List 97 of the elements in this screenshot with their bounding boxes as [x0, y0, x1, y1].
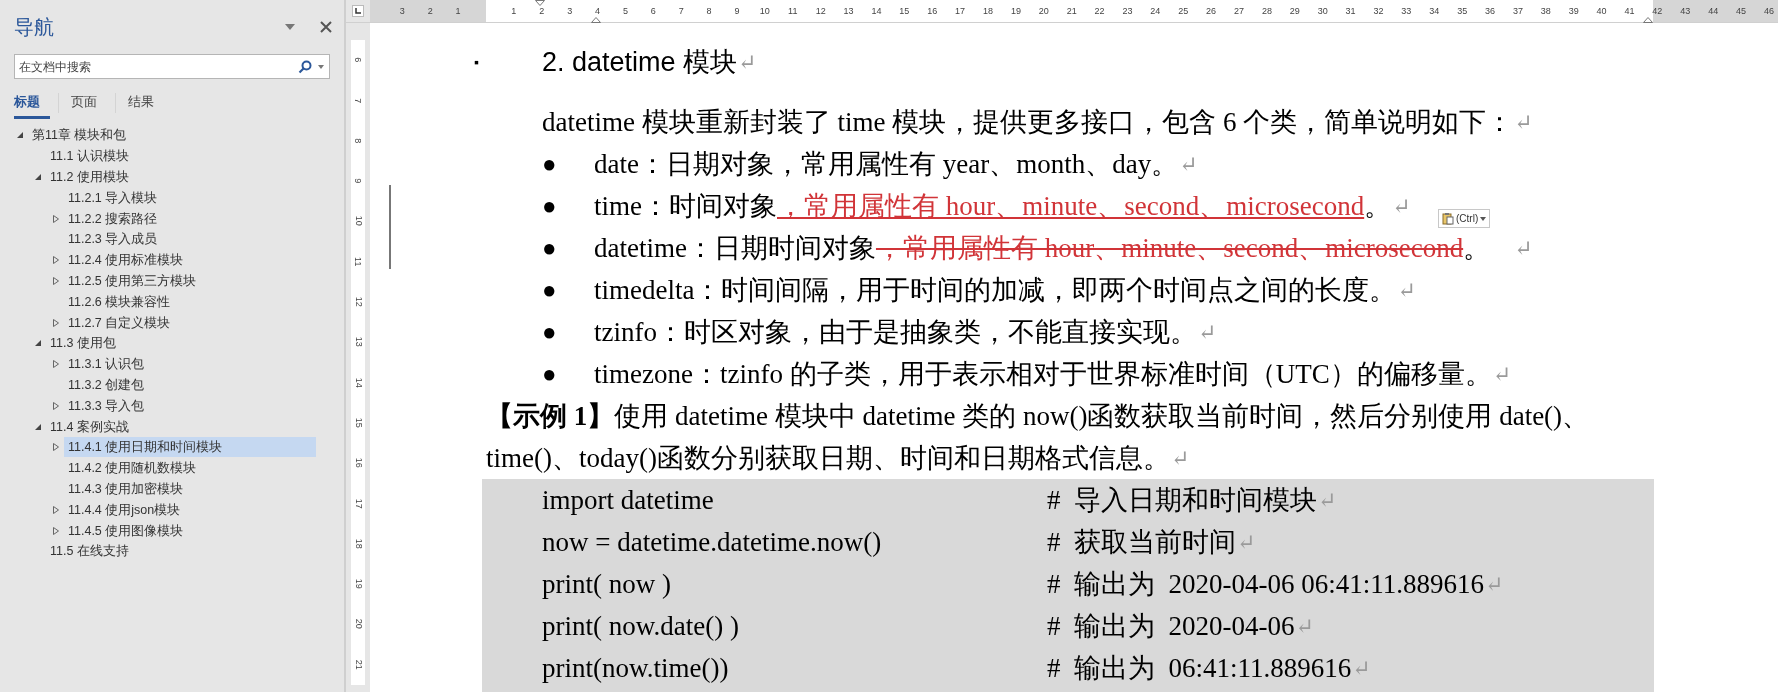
indent-marker-icon[interactable]: [1643, 17, 1653, 23]
close-icon[interactable]: [320, 21, 332, 33]
caret-icon[interactable]: [317, 63, 325, 70]
paragraph-mark: ↵: [1198, 318, 1217, 347]
outline-item[interactable]: 11.2.4 使用标准模块: [64, 250, 188, 271]
ruler-scale: 42 43 44 45 46: [1651, 5, 1775, 17]
paragraph-mark: ↵: [1485, 570, 1504, 599]
collapsed-arrow-icon[interactable]: [52, 255, 60, 266]
bullet: ●: [541, 276, 558, 305]
ruler-scale: 3 2 1: [398, 5, 462, 17]
example-text: time()、today()函数分别获取日期、时间和日期格式信息。: [486, 441, 1170, 475]
outline-item[interactable]: 11.1 认识模块: [46, 146, 133, 167]
pane-title: 导航: [14, 15, 55, 40]
paragraph-mark: ↵: [1352, 654, 1371, 683]
code-comment: # 导入日期和时间模块: [1047, 483, 1317, 517]
search-icon[interactable]: [298, 59, 312, 74]
outline-item[interactable]: 11.2.1 导入模块: [64, 187, 162, 208]
outline-item[interactable]: 11.4.5 使用图像模块: [64, 520, 188, 541]
code-comment: # 输出为 06:41:11.889616: [1047, 651, 1352, 685]
paragraph-mark: ↵: [1237, 528, 1256, 557]
paragraph-mark: ↵: [1179, 150, 1198, 179]
tab[interactable]: 页面: [71, 93, 107, 119]
paragraph-mark: ↵: [1318, 486, 1337, 515]
code-text: now = datetime.datetime.now(): [542, 526, 882, 557]
collapsed-arrow-icon[interactable]: [52, 213, 60, 224]
code-text: print( now.date() ): [542, 610, 739, 641]
expanded-arrow-icon[interactable]: [34, 172, 42, 182]
collapsed-arrow-icon[interactable]: [52, 525, 60, 536]
outline-item[interactable]: 11.3.3 导入包: [64, 395, 149, 416]
outline-item[interactable]: 11.4.3 使用加密模块: [64, 478, 188, 499]
outline-item[interactable]: 11.3.1 认识包: [64, 354, 149, 375]
paragraph-mark: ↵: [1392, 192, 1411, 221]
example-text: 【示例 1】使用 datetime 模块中 datetime 类的 now()函数获取当前时间，然后分别使用 date()、: [486, 399, 1590, 433]
paragraph-text: datetime 模块重新封装了 time 模块，提供更多接口，包含 6 个类，简单说明如下：: [542, 105, 1514, 139]
caret-icon: [1480, 216, 1487, 221]
outline-item[interactable]: 11.2.5 使用第三方模块: [64, 270, 201, 291]
code-comment: # 输出为 2020-04-06: [1047, 609, 1295, 643]
clipboard-icon: [1442, 212, 1454, 225]
list-marker: ▪: [474, 53, 480, 72]
outline-item[interactable]: 11.2.2 搜索路径: [64, 208, 162, 229]
outline-item[interactable]: 11.2.7 自定义模块: [64, 312, 175, 333]
bullet: ●: [541, 360, 558, 389]
collapsed-arrow-icon[interactable]: [52, 442, 60, 453]
code-comment: # 获取当前时间: [1047, 525, 1236, 559]
paragraph-mark: ↵: [1514, 108, 1533, 137]
list-item-text: date：日期对象，常用属性有 year、month、day。: [594, 147, 1179, 181]
bullet: ●: [541, 234, 558, 263]
paragraph-mark: ↵: [1397, 276, 1416, 305]
bullet: ●: [541, 192, 558, 221]
collapsed-arrow-icon[interactable]: [52, 504, 60, 515]
list-item-text: timezone：tzinfo 的子类，用于表示相对于世界标准时间（UTC）的偏移量。: [594, 357, 1492, 391]
code-comment: # 输出为 2020-04-06 06:41:11.889616: [1047, 567, 1484, 601]
collapsed-arrow-icon[interactable]: [52, 275, 60, 286]
outline-item[interactable]: 11.3 使用包: [46, 333, 120, 354]
list-item-text: datetime：日期时间对象，常用属性有 hour、minute、second、microsecond。: [594, 231, 1491, 265]
ruler-scale: 6 7 8 9 10 11 12 13 14 15 16 17 18 19 20 21: [353, 56, 363, 672]
outline-item[interactable]: 11.2.3 导入成员: [64, 229, 162, 250]
paragraph-mark: ↵: [1514, 234, 1533, 263]
dropdown-icon[interactable]: [284, 23, 296, 31]
paragraph-mark: ↵: [1295, 612, 1314, 641]
outline-item[interactable]: 11.2.6 模块兼容性: [64, 291, 175, 312]
outline-item[interactable]: 11.4.1 使用日期和时间模块: [64, 437, 316, 458]
code-text: print( now ): [542, 568, 671, 599]
outline-item[interactable]: 11.5 在线支持: [46, 541, 133, 562]
tab[interactable]: 标题: [14, 93, 50, 119]
collapsed-arrow-icon[interactable]: [52, 400, 60, 411]
paragraph-mark: ↵: [1170, 444, 1190, 473]
paragraph-mark: ↵: [1492, 360, 1512, 389]
search-input[interactable]: 在文档中搜索: [19, 57, 298, 76]
section-heading: 2. datetime 模块: [542, 45, 738, 79]
outline-item[interactable]: 11.4.2 使用随机数模块: [64, 458, 201, 479]
paragraph-mark: ↵: [738, 48, 757, 77]
list-item-text: tzinfo：时区对象，由于是抽象类，不能直接实现。: [594, 315, 1197, 349]
ruler-scale: 1 2 3 4 5 6 7 8 9 10 11 12 13 14 15 16 17 18 19 20 21 22 23 24 25 26 27 28 29 30 31 32 33 34 35 36 37 38 39 40 41: [510, 5, 1636, 17]
outline-item[interactable]: 11.4 案例实战: [46, 416, 133, 437]
code-text: print(now.time()): [542, 652, 729, 683]
vertical-ruler[interactable]: 6 7 8 9 10 11 12 13 14 15 16 17 18 19 20 21: [346, 23, 370, 692]
paste-options-button[interactable]: (Ctrl): [1438, 209, 1491, 228]
list-item-text: time：时间对象，常用属性有 hour、minute、second、microsecond。: [594, 189, 1392, 223]
horizontal-ruler[interactable]: 3 2 1 1 2 3 4 5 6 7 8 9 10 11 12 13 14 15 16 17 18 19 20 21 22 23 24 25 26 27 28 29 30 31 32 33 34 35 36 37 38 39 40 41 42 43 44 45 46: [370, 0, 1778, 22]
outline-item[interactable]: 11.2 使用模块: [46, 167, 133, 187]
list-item-text: timedelta：时间间隔，用于时间的加减，即两个时间点之间的长度。: [594, 273, 1397, 307]
tab[interactable]: 结果: [128, 93, 164, 119]
outline-item[interactable]: 11.4.4 使用json模块: [64, 499, 185, 520]
expanded-arrow-icon[interactable]: [16, 130, 24, 141]
outline-item[interactable]: 11.3.2 创建包: [64, 374, 149, 395]
bullet: ●: [541, 318, 558, 347]
search-field[interactable]: 在文档中搜索: [14, 54, 330, 79]
outline-item[interactable]: 第11章 模块和包: [28, 125, 131, 146]
code-text: import datetime: [542, 484, 714, 515]
collapsed-arrow-icon[interactable]: [52, 317, 60, 328]
collapsed-arrow-icon[interactable]: [52, 359, 60, 370]
indent-marker-icon[interactable]: [591, 17, 601, 23]
expanded-arrow-icon[interactable]: [34, 338, 42, 349]
indent-marker-icon[interactable]: [535, 0, 545, 6]
bullet: ●: [541, 150, 558, 179]
tab-stop-icon[interactable]: [352, 5, 364, 17]
